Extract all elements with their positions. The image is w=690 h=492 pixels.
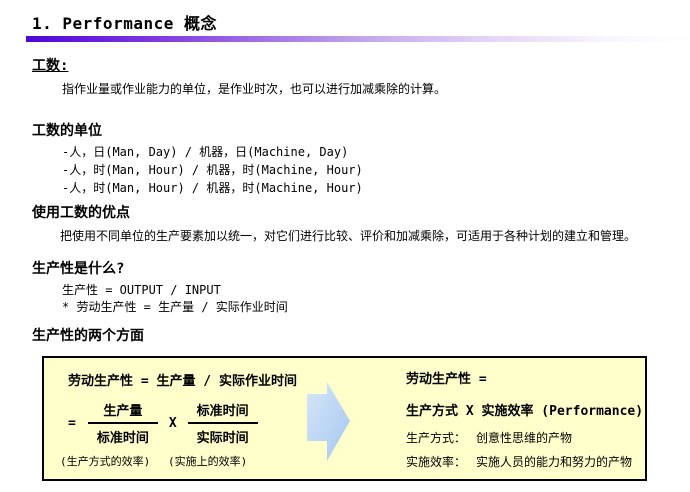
caption-implementation-efficiency: (实施上的效率) <box>168 453 247 469</box>
caption-method-efficiency: (生产方式的效率) <box>60 453 150 469</box>
productivity-formulas: 生产性 = OUTPUT / INPUT * 劳动生产性 = 生产量 / 实际作… <box>62 282 288 316</box>
list-item: -人，时(Man, Hour) / 机器，时(Machine, Hour) <box>62 161 363 179</box>
section-heading-gongshu: 工数: <box>32 55 68 75</box>
box-formula-title: 劳动生产性 = 生产量 / 实际作业时间 <box>68 370 297 389</box>
section-body-gongshu: 指作业量或作业能力的单位，是作业时次，也可以进行加减乘除的计算。 <box>62 80 446 97</box>
fraction-production-per-standard: 生产量 标准时间 <box>88 400 158 446</box>
box-right-formula-head: 劳动生产性 = <box>406 368 487 387</box>
formula-line: * 劳动生产性 = 生产量 / 实际作业时间 <box>62 299 288 316</box>
row-label: 生产方式： <box>406 431 466 445</box>
fraction-standard-per-actual: 标准时间 实际时间 <box>188 400 258 446</box>
formula-line: 生产性 = OUTPUT / INPUT <box>62 282 288 299</box>
fraction-denominator: 实际时间 <box>188 424 258 446</box>
section-heading-units: 工数的单位 <box>32 120 102 140</box>
box-right-row-method: 生产方式： 创意性思维的产物 <box>406 429 572 446</box>
title-gradient-rule <box>26 36 690 42</box>
section-heading-two-aspects: 生产性的两个方面 <box>32 325 144 345</box>
section-heading-productivity: 生产性是什么? <box>32 258 124 278</box>
multiply-sign: X <box>169 416 177 431</box>
page-title: 1. Performance 概念 <box>32 10 217 34</box>
row-value: 实施人员的能力和努力的产物 <box>476 455 632 469</box>
box-right-row-implementation: 实施效率： 实施人员的能力和努力的产物 <box>406 453 632 470</box>
fraction-numerator: 标准时间 <box>188 400 258 424</box>
row-value: 创意性思维的产物 <box>476 431 572 445</box>
fraction-equation: = 生产量 标准时间 X 标准时间 实际时间 <box>68 400 258 446</box>
equals-sign: = <box>68 416 76 431</box>
section-heading-benefits: 使用工数的优点 <box>32 202 130 222</box>
list-item: -人，时(Man, Hour) / 机器，时(Machine, Hour) <box>62 179 363 197</box>
fraction-numerator: 生产量 <box>88 400 158 424</box>
unit-list: -人，日(Man, Day) / 机器，日(Machine, Day) -人，时… <box>62 143 363 197</box>
box-right-formula-body: 生产方式 X 实施效率 (Performance) <box>406 400 643 419</box>
section-body-benefits: 把使用不同单位的生产要素加以统一，对它们进行比较、评价和加减乘除，可适用于各种计… <box>60 227 636 244</box>
fraction-denominator: 标准时间 <box>88 424 158 446</box>
row-label: 实施效率： <box>406 455 466 469</box>
document-page: 1. Performance 概念 工数: 指作业量或作业能力的单位，是作业时次… <box>0 0 690 492</box>
list-item: -人，日(Man, Day) / 机器，日(Machine, Day) <box>62 143 363 161</box>
two-aspects-box: 劳动生产性 = 生产量 / 实际作业时间 = 生产量 标准时间 X 标准时间 实… <box>42 356 647 481</box>
right-arrow-icon <box>307 382 351 466</box>
